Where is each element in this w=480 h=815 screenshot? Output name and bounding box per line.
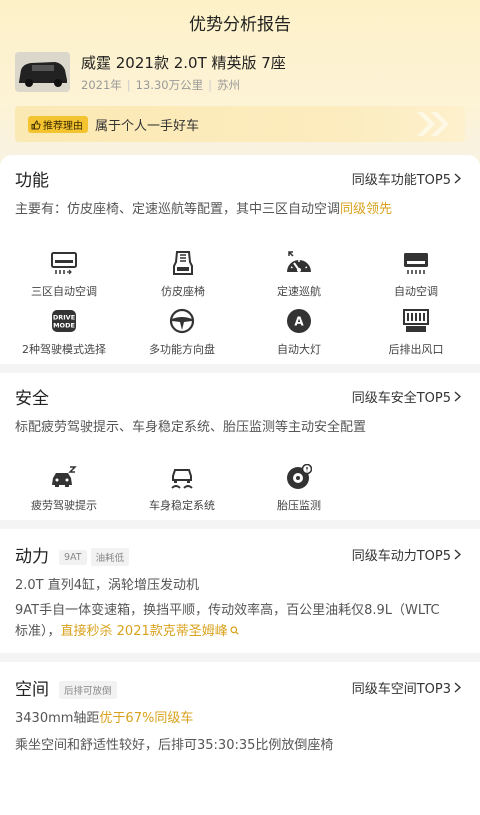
power-card: 动力 9AT 油耗低 同级车动力TOP5 2.0T 直列4缸，涡轮增压发动机 9AT… (0, 529, 480, 653)
car-mileage: 13.30万公里 (135, 78, 204, 92)
power-title: 动力 9AT 油耗低 (15, 542, 130, 567)
fatigue-alert-icon (48, 461, 80, 493)
feature-item: 三区自动空调 (4, 247, 124, 299)
ac-vent-icon (48, 247, 80, 279)
features-top5-link-label: 同级车功能TOP5 (351, 173, 451, 188)
chevron-right-icon (454, 549, 461, 560)
feature-label: 车身稳定系统 (149, 499, 215, 512)
feature-item: 胎压监测 (239, 461, 359, 513)
recommend-reason-tag-label: 推荐理由 (43, 121, 83, 132)
feature-item: 疲劳驾驶提示 (4, 461, 124, 513)
auto-headlight-icon: A (283, 305, 315, 337)
svg-text:MODE: MODE (53, 322, 75, 330)
feature-label: 三区自动空调 (31, 285, 97, 298)
safety-top5-link-label: 同级车安全TOP5 (351, 391, 451, 406)
recommend-reason-text: 属于个人一手好车 (95, 119, 200, 134)
report-header: 优势分析报告 威霆 2021款 2.0T 精英版 7座 2021年 | 13.30万… (0, 0, 480, 175)
safety-title: 安全 (15, 389, 49, 409)
space-title: 空间 后排可放倒 (15, 675, 117, 700)
car-meta: 2021年 | 13.30万公里 | 苏州 (81, 78, 240, 92)
safety-top5-link[interactable]: 同级车安全TOP5 (352, 387, 461, 406)
space-tag: 后排可放倒 (59, 681, 117, 699)
feature-label: 后排出风口 (388, 343, 444, 356)
chevron-right-icon (454, 391, 461, 402)
svg-text:DRIVE: DRIVE (53, 314, 75, 322)
feature-label: 仿皮座椅 (161, 285, 205, 298)
feature-item: 多功能方向盘 (122, 305, 242, 357)
feature-label: 定速巡航 (277, 285, 321, 298)
feature-label: 2种驾驶模式选择 (22, 343, 106, 356)
feature-label: 疲劳驾驶提示 (31, 499, 97, 512)
power-engine: 2.0T 直列4缸，涡轮增压发动机 (15, 578, 200, 593)
car-year: 2021年 (81, 78, 122, 92)
feature-item: A 自动大灯 (239, 305, 359, 357)
feature-label: 胎压监测 (277, 499, 321, 512)
feature-item: 仿皮座椅 (123, 247, 243, 299)
svg-text:A: A (294, 315, 304, 329)
space-wheelbase-highlight: 优于67%同级车 (99, 711, 194, 726)
feature-item: 车身稳定系统 (122, 461, 242, 513)
features-desc-text: 主要有：仿皮座椅、定速巡航等配置，其中三区自动空调 (15, 202, 341, 217)
feature-item: 后排出风口 (356, 305, 476, 357)
safety-card: 安全 同级车安全TOP5 标配疲劳驾驶提示、车身稳定系统、胎压监测等主动安全配置… (0, 373, 480, 520)
power-top5-link-label: 同级车动力TOP5 (351, 549, 451, 564)
power-desc-line2: 标准），直接秒杀 2021款克蒂圣姆峰 (15, 621, 239, 643)
search-icon (230, 626, 239, 635)
car-thumbnail[interactable] (15, 52, 70, 92)
space-desc: 乘坐空间和舒适性较好，后排可35:30:35比例放倒座椅 (15, 738, 334, 753)
features-desc: 主要有：仿皮座椅、定速巡航等配置，其中三区自动空调同级领先 (15, 199, 392, 221)
speedometer-icon (283, 247, 315, 279)
power-desc-text: 标准）， (15, 624, 61, 639)
steering-wheel-icon (166, 305, 198, 337)
recommend-reason: 推荐理由 属于个人一手好车 (15, 106, 465, 142)
compare-link[interactable]: 直接秒杀 2021款克蒂圣姆峰 (61, 624, 228, 639)
feature-label: 多功能方向盘 (149, 343, 215, 356)
features-top5-link[interactable]: 同级车功能TOP5 (352, 169, 461, 188)
stability-control-icon (166, 461, 198, 493)
space-top3-link[interactable]: 同级车空间TOP3 (352, 678, 461, 697)
ac-unit-icon (400, 247, 432, 279)
chevron-right-icon (454, 682, 461, 693)
space-wheelbase: 3430mm轴距优于67%同级车 (15, 708, 193, 730)
feature-label: 自动空调 (394, 285, 438, 298)
power-tag: 9AT (59, 549, 87, 565)
feature-item: 自动空调 (356, 247, 476, 299)
safety-desc: 标配疲劳驾驶提示、车身稳定系统、胎压监测等主动安全配置 (15, 420, 367, 435)
space-top3-link-label: 同级车空间TOP3 (351, 682, 451, 697)
power-tag: 油耗低 (90, 548, 130, 566)
features-title: 功能 (15, 171, 49, 191)
car-name: 威霆 2021款 2.0T 精英版 7座 (81, 54, 286, 72)
chevron-right-icon (454, 173, 461, 184)
power-title-label: 动力 (15, 547, 49, 567)
feature-label: 自动大灯 (277, 343, 321, 356)
space-wheelbase-text: 3430mm轴距 (15, 711, 100, 726)
page-title: 优势分析报告 (189, 15, 291, 35)
seat-icon (167, 247, 199, 279)
features-card: 功能 同级车功能TOP5 主要有：仿皮座椅、定速巡航等配置，其中三区自动空调同级… (0, 155, 480, 364)
rear-vent-icon (400, 305, 432, 337)
space-card: 空间 后排可放倒 同级车空间TOP3 3430mm轴距优于67%同级车 乘坐空间和… (0, 662, 480, 815)
feature-item: DRIVE MODE 2种驾驶模式选择 (4, 305, 124, 357)
thumbs-up-icon (31, 120, 41, 129)
recommend-reason-tag: 推荐理由 (28, 116, 88, 133)
power-top5-link[interactable]: 同级车动力TOP5 (352, 545, 461, 564)
tire-pressure-icon (283, 461, 315, 493)
drive-mode-icon: DRIVE MODE (48, 305, 80, 337)
power-desc-line1: 9AT手自一体变速箱，换挡平顺，传动效率高，百公里油耗仅8.9L（WLTC (15, 603, 440, 618)
features-desc-highlight: 同级领先 (340, 202, 393, 217)
double-chevron-decoration-icon (417, 112, 449, 136)
feature-item: 定速巡航 (239, 247, 359, 299)
car-city: 苏州 (216, 78, 240, 92)
space-title-label: 空间 (15, 680, 49, 700)
